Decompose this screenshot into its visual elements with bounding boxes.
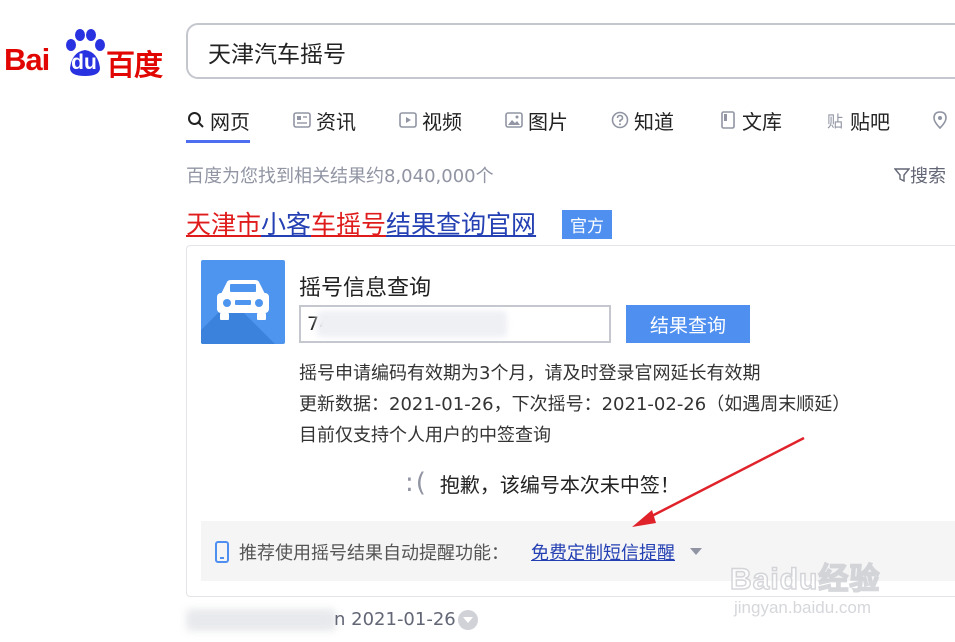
question-icon — [610, 110, 630, 130]
car-glyph — [217, 280, 269, 320]
tab-label: 知道 — [634, 109, 674, 134]
car-icon — [201, 260, 285, 344]
chevron-down-icon[interactable] — [690, 548, 702, 555]
info-line-support: 目前仅支持个人用户的中签查询 — [299, 425, 551, 446]
filter-icon — [894, 168, 910, 183]
phone-icon — [215, 541, 229, 563]
tab-video[interactable]: 视频 — [398, 100, 462, 140]
search-tabs: 网页 资讯 视频 图片 知道 文库 贴 贴吧 — [186, 100, 955, 144]
title-part[interactable]: 车摇号 — [311, 210, 386, 239]
query-result-button[interactable]: 结果查询 — [626, 305, 750, 343]
map-icon — [930, 110, 950, 130]
image-icon — [504, 110, 524, 130]
info-line-update: 更新数据：2021-01-26，下次摇号：2021-02-26（如遇周末顺延） — [299, 394, 851, 415]
tab-news[interactable]: 资讯 — [292, 100, 356, 140]
results-count: 百度为您找到相关结果约8,040,000个 — [186, 166, 494, 187]
reminder-text: 推荐使用摇号结果自动提醒功能： — [239, 543, 509, 564]
active-tab-indicator — [186, 140, 250, 143]
logo-text-bai: Bai — [4, 42, 50, 77]
title-part[interactable]: 天津市 — [186, 210, 261, 239]
logo-text-chinese: 百度 — [106, 48, 163, 82]
tab-tieba[interactable]: 贴 贴吧 — [824, 100, 890, 140]
tab-images[interactable]: 图片 — [504, 100, 568, 140]
watermark-main: Baidu经验 — [729, 562, 881, 597]
tab-wenku[interactable]: 文库 — [718, 100, 782, 140]
title-part[interactable]: 结果查询官网 — [386, 210, 536, 239]
video-icon — [398, 110, 418, 130]
card-heading: 摇号信息查询 — [299, 276, 432, 301]
sad-face-icon: :( — [405, 468, 428, 498]
watermark-url: jingyan.baidu.com — [734, 598, 872, 617]
redacted-url-blur — [186, 609, 336, 631]
search-input[interactable] — [206, 35, 910, 69]
search-tools-label: 搜索 — [910, 166, 946, 187]
no-win-text: 抱歉，该编号本次未中签！ — [439, 472, 680, 497]
tab-map[interactable] — [930, 100, 954, 140]
tieba-icon: 贴 — [826, 112, 843, 131]
result-title[interactable]: 天津市小客车摇号结果查询官网 官方 — [186, 205, 613, 241]
title-part[interactable]: 小客 — [261, 210, 311, 239]
watermark: Baidu经验 jingyan.baidu.com — [729, 538, 950, 628]
search-icon — [186, 110, 206, 130]
tab-label: 视频 — [422, 109, 462, 134]
tab-web[interactable]: 网页 — [186, 100, 250, 140]
tab-label: 图片 — [528, 109, 568, 134]
result-url-date: n 2021-01-26 — [334, 609, 456, 630]
baidu-logo[interactable]: Bai du 百度 — [4, 28, 164, 88]
info-line-validity: 摇号申请编码有效期为3个月，请及时登录官网延长有效期 — [299, 363, 761, 384]
tab-label: 网页 — [210, 109, 250, 134]
redacted-code-blur — [317, 311, 507, 337]
news-icon — [292, 110, 312, 130]
document-icon — [718, 110, 738, 130]
sms-reminder-link[interactable]: 免费定制短信提醒 — [531, 539, 675, 565]
no-win-message: :( 抱歉，该编号本次未中签！ — [405, 468, 680, 498]
tab-label: 文库 — [742, 109, 782, 134]
more-options-icon[interactable] — [458, 610, 478, 630]
search-box[interactable] — [186, 23, 955, 79]
logo-text-du: du — [71, 51, 97, 74]
search-tools-button[interactable]: 搜索 — [894, 162, 946, 188]
tab-label: 资讯 — [316, 109, 356, 134]
tab-label: 贴吧 — [850, 109, 890, 134]
tab-zhidao[interactable]: 知道 — [610, 100, 674, 140]
official-badge: 官方 — [562, 209, 613, 239]
